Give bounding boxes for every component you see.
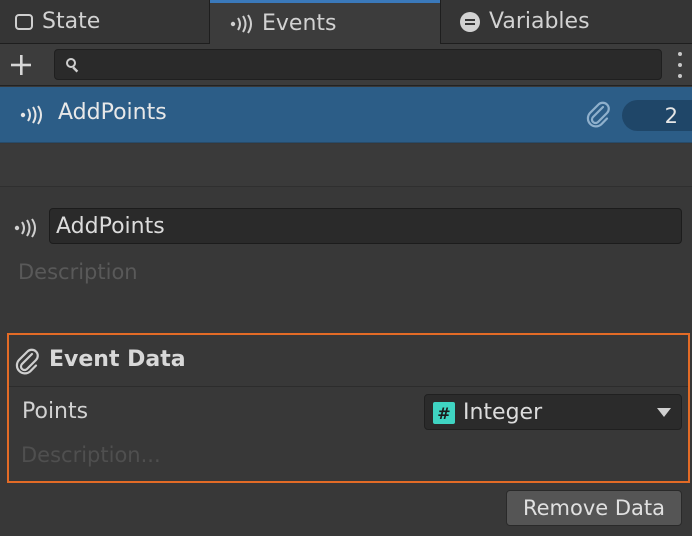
event-usage-count-badge: 2 <box>622 100 692 131</box>
search-box[interactable] <box>54 49 662 80</box>
param-type-dropdown[interactable]: # Integer <box>424 394 682 430</box>
search-input[interactable] <box>85 50 655 79</box>
kebab-menu-icon[interactable] <box>672 52 688 78</box>
event-list-empty-area <box>0 144 692 187</box>
integer-type-icon: # <box>433 402 455 424</box>
param-description-field[interactable]: Description... <box>21 443 161 467</box>
param-type-value: Integer <box>463 400 543 425</box>
event-description-field[interactable]: Description <box>18 260 138 284</box>
tab-label: State <box>42 9 101 34</box>
broadcast-icon <box>228 13 254 34</box>
square-outline-icon <box>14 12 34 32</box>
toolbar <box>0 44 692 86</box>
event-list-item-label: AddPoints <box>58 100 167 125</box>
broadcast-icon <box>18 105 44 129</box>
tab-events[interactable]: Events <box>210 0 440 44</box>
tab-variables[interactable]: Variables <box>440 0 692 44</box>
paperclip-icon <box>15 348 41 380</box>
event-detail-panel: AddPoints Description Event Data Points … <box>0 188 692 536</box>
add-event-button[interactable] <box>6 50 36 80</box>
event-data-header: Event Data <box>9 335 688 387</box>
variables-icon <box>459 11 481 33</box>
tab-label: Variables <box>489 9 590 34</box>
event-data-section: Event Data Points # Integer Description.… <box>7 333 690 483</box>
tab-state[interactable]: State <box>0 0 210 44</box>
chevron-down-icon <box>657 408 671 417</box>
tab-label: Events <box>262 11 337 36</box>
event-data-title: Event Data <box>49 347 186 372</box>
search-icon <box>65 57 81 73</box>
event-list-item[interactable]: AddPoints 2 <box>0 87 692 143</box>
paperclip-icon <box>586 101 612 133</box>
remove-data-button[interactable]: Remove Data <box>506 490 682 526</box>
tab-bar: State Events Variables <box>0 0 692 44</box>
plus-icon <box>11 55 31 75</box>
param-name-field[interactable]: Points <box>22 399 88 424</box>
event-name-field[interactable]: AddPoints <box>49 208 682 244</box>
broadcast-icon <box>12 218 38 242</box>
